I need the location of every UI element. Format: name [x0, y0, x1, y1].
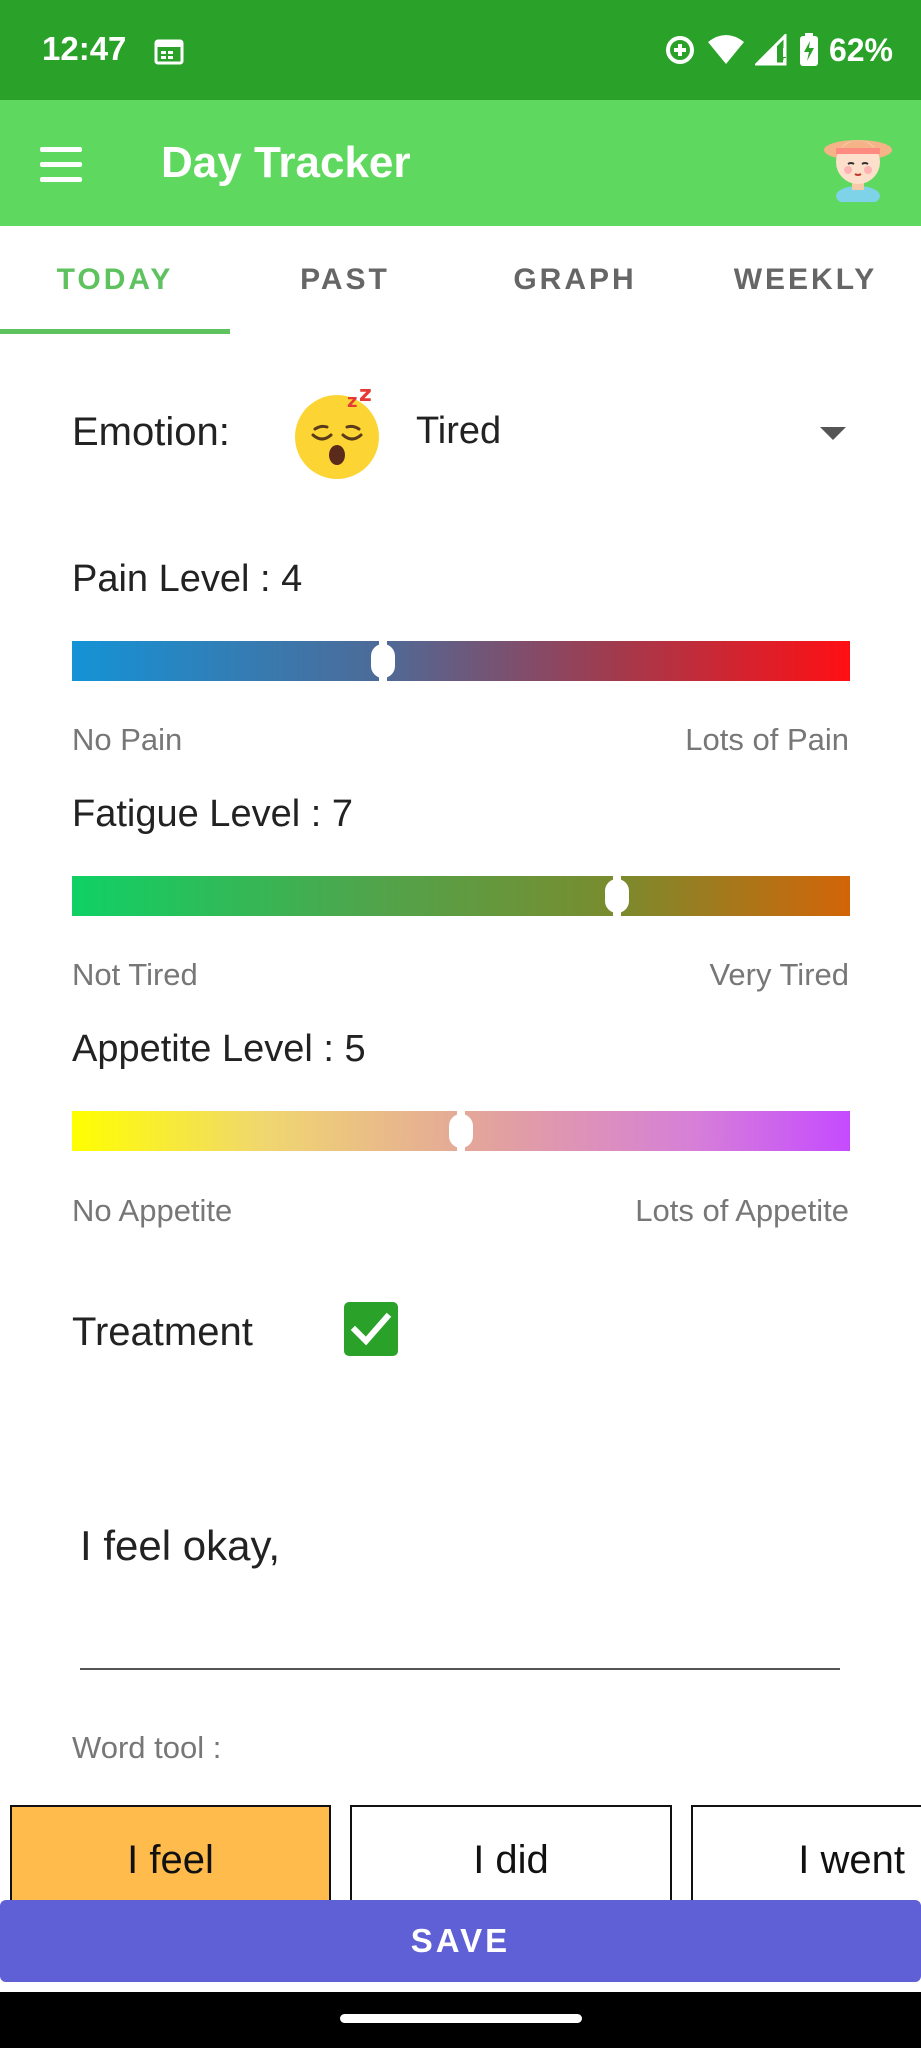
note-text-field[interactable]: I feel okay,: [80, 1500, 840, 1670]
appetite-max-label: Lots of Appetite: [635, 1193, 849, 1228]
appetite-slider[interactable]: [72, 1102, 850, 1160]
home-gesture-handle[interactable]: [340, 2014, 582, 2023]
menu-icon[interactable]: [30, 136, 94, 192]
word-button-i-did[interactable]: I did: [350, 1805, 672, 1915]
fatigue-level-title: Fatigue Level : 7: [72, 793, 353, 835]
emotion-label: Emotion:: [72, 410, 230, 454]
svg-text:z: z: [359, 385, 372, 407]
pain-level-title: Pain Level : 4: [72, 558, 303, 600]
appetite-level-title: Appetite Level : 5: [72, 1028, 366, 1070]
sleeping-face-icon: z z: [295, 385, 379, 479]
status-icons: 62%: [663, 28, 893, 72]
data-saver-icon: [665, 36, 694, 64]
chevron-down-icon: [820, 427, 846, 440]
svg-text:z: z: [347, 391, 357, 412]
fatigue-max-label: Very Tired: [709, 957, 849, 992]
tab-graph[interactable]: GRAPH: [460, 226, 690, 334]
fatigue-slider-thumb[interactable]: [604, 867, 629, 925]
treatment-checkbox[interactable]: [344, 1302, 398, 1356]
status-bar: 12:47 62%: [0, 0, 921, 100]
tab-past[interactable]: PAST: [230, 226, 460, 334]
pain-max-label: Lots of Pain: [685, 722, 849, 757]
battery-percent: 62%: [828, 31, 893, 68]
wifi-icon: [707, 35, 744, 64]
emotion-dropdown[interactable]: Tired: [400, 395, 860, 475]
tab-bar: TODAY PAST GRAPH WEEKLY: [0, 226, 921, 334]
check-icon: [350, 1312, 392, 1346]
signal-icon: [754, 34, 787, 66]
tab-weekly[interactable]: WEEKLY: [690, 226, 921, 334]
navigation-bar: [0, 1992, 921, 2048]
app-title: Day Tracker: [161, 138, 411, 187]
tab-today[interactable]: TODAY: [0, 226, 230, 334]
calendar-icon: [154, 39, 184, 65]
status-time: 12:47: [42, 30, 127, 67]
pain-min-label: No Pain: [72, 722, 183, 757]
note-text: I feel okay,: [80, 1522, 280, 1569]
word-button-i-feel[interactable]: I feel: [10, 1805, 331, 1915]
app-bar: Day Tracker: [0, 100, 921, 226]
treatment-label: Treatment: [72, 1310, 253, 1354]
battery-charging-icon: [799, 33, 818, 66]
avatar-icon[interactable]: [818, 122, 898, 202]
tab-indicator: [0, 329, 230, 334]
pain-slider-thumb[interactable]: [371, 632, 396, 690]
appetite-slider-thumb[interactable]: [449, 1102, 473, 1160]
pain-slider[interactable]: [72, 632, 850, 690]
fatigue-slider[interactable]: [72, 867, 850, 925]
word-button-i-went[interactable]: I went: [691, 1805, 921, 1915]
fatigue-min-label: Not Tired: [72, 957, 198, 992]
word-tool-label: Word tool :: [72, 1730, 222, 1765]
emotion-value: Tired: [416, 410, 502, 452]
appetite-min-label: No Appetite: [72, 1193, 233, 1228]
save-button[interactable]: SAVE: [0, 1900, 921, 1982]
